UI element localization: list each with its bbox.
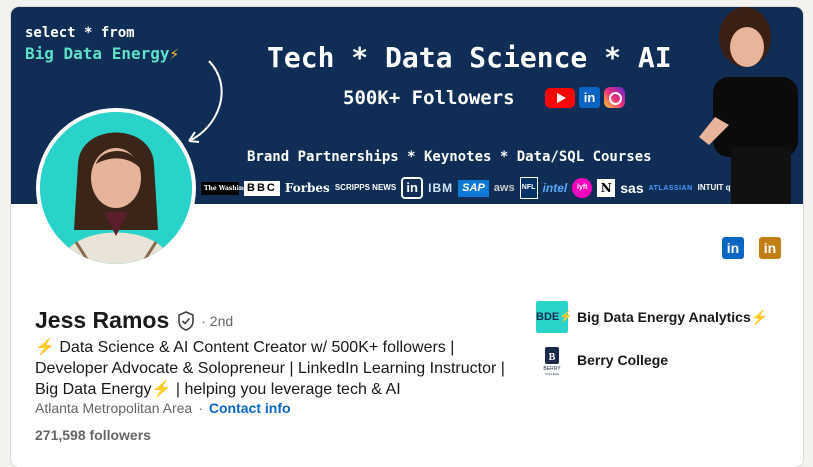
- profile-avatar[interactable]: [36, 108, 196, 268]
- profile-headline: ⚡ Data Science & AI Content Creator w/ 5…: [35, 337, 523, 400]
- org-name: Berry College: [577, 352, 669, 368]
- banner-social-badges: in: [545, 87, 625, 108]
- org-name: Big Data Energy Analytics⚡: [577, 309, 768, 326]
- linkedin-icon: in: [579, 87, 600, 108]
- linkedin-icon[interactable]: in: [722, 237, 744, 259]
- location-row: Atlanta Metropolitan Area · Contact info: [35, 400, 291, 416]
- banner-headline: Tech * Data Science * AI: [267, 41, 672, 74]
- banner-services: Brand Partnerships * Keynotes * Data/SQL…: [247, 149, 652, 165]
- big-data-energy-logo: BDE⚡: [536, 301, 573, 333]
- speaker-photo: [699, 7, 798, 204]
- scripps-news-logo: SCRIPPS NEWS: [334, 183, 397, 192]
- lightning-icon: ⚡: [169, 44, 180, 63]
- follower-count: 271,598 followers: [35, 427, 151, 443]
- profile-name: Jess Ramos: [35, 307, 170, 333]
- nfl-logo: NFL: [519, 177, 538, 199]
- avatar-photo: [40, 112, 192, 264]
- ibm-logo: IBM: [428, 181, 454, 195]
- profile-location: Atlanta Metropolitan Area: [35, 400, 193, 416]
- atlassian-logo: ATLASSIAN: [648, 184, 693, 192]
- washington-post-logo: The Washington Post: [201, 181, 275, 195]
- headline-tail: | helping you leverage tech & AI: [171, 381, 401, 398]
- lyft-logo: lyft: [572, 178, 593, 198]
- org-item-big-data-energy[interactable]: BDE⚡ Big Data Energy Analytics⚡: [536, 301, 768, 333]
- banner-tagline-top: select * from: [25, 25, 135, 41]
- org-item-berry-college[interactable]: B BERRY COLLEGE Berry College: [536, 344, 668, 376]
- instagram-icon: [604, 87, 625, 108]
- svg-text:B: B: [549, 352, 556, 363]
- separator-dot: ·: [198, 400, 203, 416]
- profile-card: select * from Big Data Energy⚡ Tech * Da…: [11, 7, 803, 467]
- banner-tagline-brand: Big Data Energy⚡: [25, 44, 179, 63]
- linkedin-icon[interactable]: in: [759, 237, 781, 259]
- profile-social-links: in in: [722, 237, 781, 259]
- banner-brand-text: Big Data Energy: [25, 44, 170, 63]
- linkedin-logo: in: [401, 177, 424, 199]
- forbes-logo: Forbes: [284, 181, 330, 195]
- bbc-logo: BBC: [244, 180, 280, 196]
- intel-logo: intel: [542, 181, 568, 195]
- aws-logo: aws: [493, 181, 515, 194]
- lightning-icon: ⚡: [151, 381, 172, 398]
- verified-shield-icon[interactable]: [177, 310, 195, 331]
- notion-logo: N: [597, 179, 616, 197]
- sas-logo: sas: [620, 180, 644, 196]
- banner-followers: 500K+ Followers: [343, 87, 515, 109]
- youtube-icon: [545, 87, 575, 108]
- lightning-icon: ⚡: [35, 339, 55, 356]
- contact-info-link[interactable]: Contact info: [209, 400, 291, 416]
- sap-logo: SAP: [458, 179, 489, 197]
- curved-arrow-icon: [188, 60, 223, 143]
- name-row: Jess Ramos · 2nd: [35, 307, 233, 334]
- svg-text:COLLEGE: COLLEGE: [545, 372, 559, 376]
- berry-college-logo: B BERRY COLLEGE: [536, 344, 568, 376]
- lightning-icon: ⚡: [750, 308, 769, 325]
- connection-degree: · 2nd: [201, 312, 234, 329]
- org-name-text: Big Data Energy Analytics: [577, 308, 751, 325]
